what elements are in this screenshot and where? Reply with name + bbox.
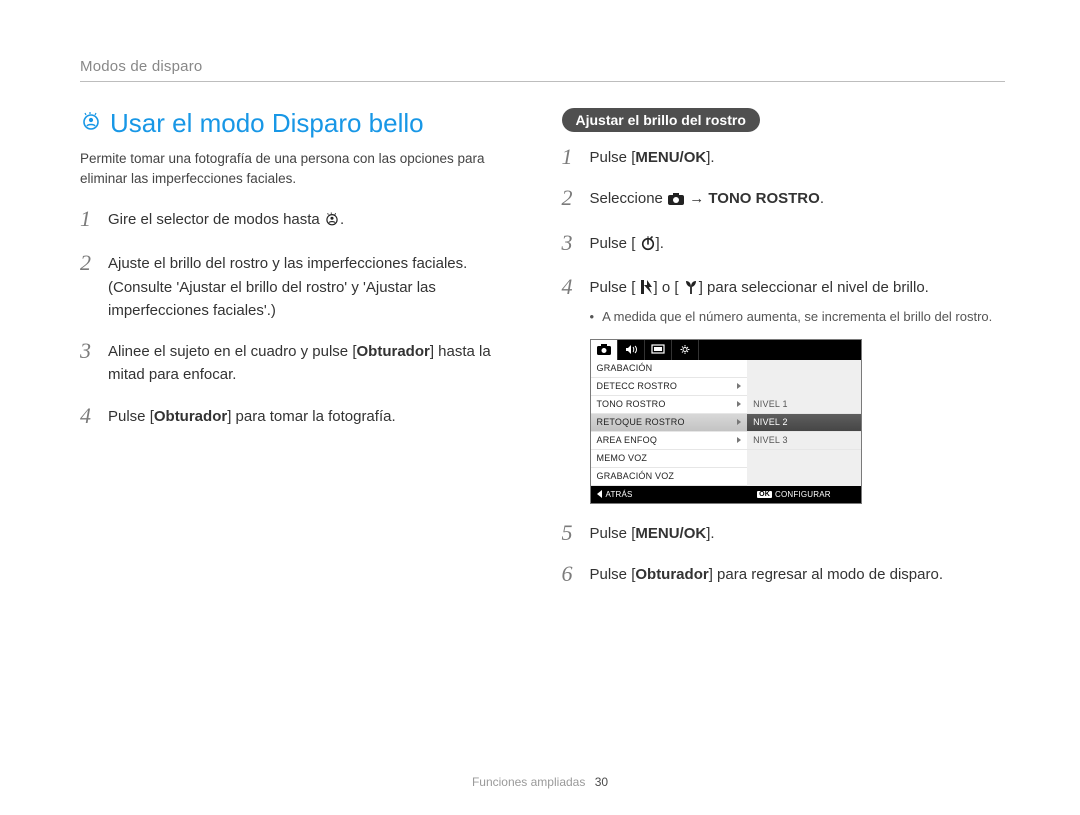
submenu-arrow-icon: [737, 401, 741, 407]
mock-sub-row: NIVEL 3: [747, 432, 860, 450]
timer-icon: [640, 235, 656, 258]
mock-menu-row: DETECC ROSTRO: [591, 378, 748, 396]
mock-menu-row: TONO ROSTRO: [591, 396, 748, 414]
mock-confirm: OKCONFIGURAR: [753, 490, 860, 499]
submenu-arrow-icon: [737, 437, 741, 443]
left-column: Usar el modo Disparo bello Permite tomar…: [80, 108, 524, 604]
tab-display-icon: [645, 340, 672, 360]
step-number: 4: [562, 276, 578, 298]
step-text: Gire el selector de modos hasta .: [108, 208, 344, 234]
step-number: 3: [80, 340, 96, 362]
step-number: 4: [80, 405, 96, 427]
step-text: Alinee el sujeto en el cuadro y pulse [O…: [108, 340, 524, 387]
step-number: 1: [562, 146, 578, 168]
camera-menu-mockup: GRABACIÓNDETECC ROSTROTONO ROSTRORETOQUE…: [590, 339, 862, 504]
mock-tabs: [591, 340, 861, 360]
camera-icon: [667, 190, 685, 213]
page-footer: Funciones ampliadas 30: [0, 775, 1080, 789]
subsection-pill: Ajustar el brillo del rostro: [562, 108, 760, 132]
mock-sub-row: NIVEL 1: [747, 396, 860, 414]
footer-section: Funciones ampliadas: [472, 775, 585, 789]
step-text: Pulse [Obturador] para tomar la fotograf…: [108, 405, 396, 428]
step-text: Ajuste el brillo del rostro y las imperf…: [108, 252, 524, 322]
tab-sound-icon: [618, 340, 645, 360]
flash-icon: [640, 279, 654, 302]
step-number: 2: [562, 187, 578, 209]
right-steps-top: 1 Pulse [MENU/OK]. 2 Seleccione → TONO R…: [562, 146, 1006, 302]
step-text: Pulse [Obturador] para regresar al modo …: [590, 563, 944, 586]
tab-camera-icon: [591, 340, 618, 360]
step-number: 6: [562, 563, 578, 585]
note-text: A medida que el número aumenta, se incre…: [602, 308, 992, 327]
bullet-dot: •: [590, 308, 595, 327]
r-step-3: 3 Pulse [ ].: [562, 232, 1006, 258]
step-number: 1: [80, 208, 96, 230]
mock-back: ATRÁS: [591, 490, 754, 499]
macro-icon: [683, 279, 699, 302]
r-step-5: 5 Pulse [MENU/OK].: [562, 522, 1006, 545]
submenu-arrow-icon: [737, 383, 741, 389]
r-step-4: 4 Pulse [ ] o [ ] para seleccionar el ni…: [562, 276, 1006, 302]
r-step-1: 1 Pulse [MENU/OK].: [562, 146, 1006, 169]
divider: [80, 81, 1005, 82]
r-step-6: 6 Pulse [Obturador] para regresar al mod…: [562, 563, 1006, 586]
step-1: 1 Gire el selector de modos hasta .: [80, 208, 524, 234]
ok-box-icon: OK: [757, 491, 772, 498]
step-text: Pulse [MENU/OK].: [590, 522, 715, 545]
step-text: Pulse [ ] o [ ] para seleccionar el nive…: [590, 276, 929, 302]
step-number: 2: [80, 252, 96, 274]
step-number: 3: [562, 232, 578, 254]
mock-body: GRABACIÓNDETECC ROSTROTONO ROSTRORETOQUE…: [591, 360, 861, 486]
beauty-dial-icon: [324, 211, 340, 234]
submenu-arrow-icon: [737, 419, 741, 425]
mock-menu-row: AREA ENFOQ: [591, 432, 748, 450]
step-text: Seleccione → TONO ROSTRO.: [590, 187, 824, 213]
step-2: 2 Ajuste el brillo del rostro y las impe…: [80, 252, 524, 322]
right-column: Ajustar el brillo del rostro 1 Pulse [ME…: [562, 108, 1006, 604]
manual-page: Modos de disparo Usar el modo Disparo be…: [0, 0, 1080, 815]
title-text: Usar el modo Disparo bello: [110, 108, 424, 139]
page-number: 30: [595, 775, 608, 789]
step-3: 3 Alinee el sujeto en el cuadro y pulse …: [80, 340, 524, 387]
step-text: Pulse [ ].: [590, 232, 664, 258]
back-triangle-icon: [597, 490, 602, 498]
mock-menu-row: RETOQUE ROSTRO: [591, 414, 748, 432]
step-4: 4 Pulse [Obturador] para tomar la fotogr…: [80, 405, 524, 428]
intro-text: Permite tomar una fotografía de una pers…: [80, 149, 510, 188]
mock-menu-row: MEMO VOZ: [591, 450, 748, 468]
mock-menu-row: GRABACIÓN: [591, 360, 748, 378]
mock-menu: GRABACIÓNDETECC ROSTROTONO ROSTRORETOQUE…: [591, 360, 748, 486]
left-steps: 1 Gire el selector de modos hasta . 2 Aj…: [80, 208, 524, 428]
page-title: Usar el modo Disparo bello: [80, 108, 524, 139]
mock-footer: ATRÁS OKCONFIGURAR: [591, 486, 861, 503]
step-text: Pulse [MENU/OK].: [590, 146, 715, 169]
breadcrumb: Modos de disparo: [80, 58, 1005, 75]
note-bullet: • A medida que el número aumenta, se inc…: [590, 308, 1006, 327]
mock-menu-row: GRABACIÓN VOZ: [591, 468, 748, 486]
mock-sub-row: NIVEL 2: [747, 414, 860, 432]
mock-submenu: NIVEL 1NIVEL 2NIVEL 3: [747, 360, 860, 486]
r-step-2: 2 Seleccione → TONO ROSTRO.: [562, 187, 1006, 213]
right-steps-bottom: 5 Pulse [MENU/OK]. 6 Pulse [Obturador] p…: [562, 522, 1006, 587]
two-column-layout: Usar el modo Disparo bello Permite tomar…: [80, 108, 1005, 604]
beauty-mode-icon: [80, 108, 102, 139]
step-number: 5: [562, 522, 578, 544]
tab-settings-icon: [672, 340, 699, 360]
